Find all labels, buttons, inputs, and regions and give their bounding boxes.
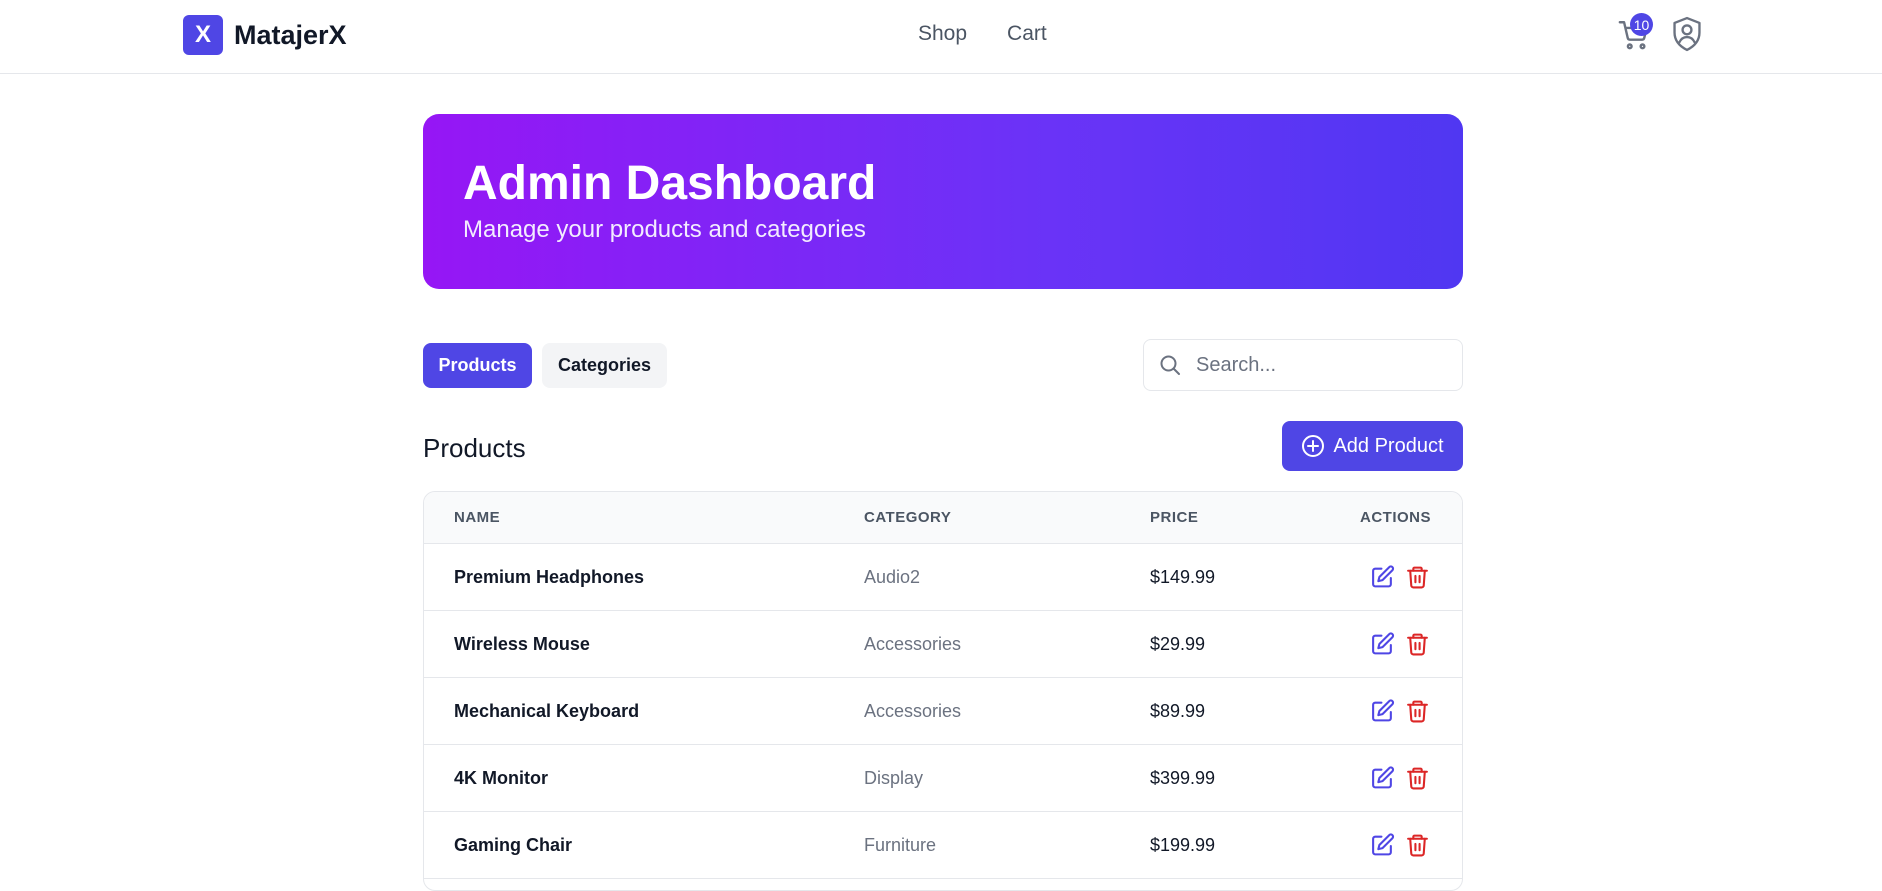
product-category: Audio2 [864,567,921,587]
products-table: NAME CATEGORY PRICE ACTIONS Premium Head… [423,491,1463,891]
tab-products[interactable]: Products [423,343,532,388]
edit-icon[interactable] [1370,832,1395,858]
cart-count-badge: 10 [1630,13,1653,36]
page-title: Admin Dashboard [463,157,877,210]
search-box [1143,339,1463,391]
product-price: $399.99 [1150,768,1216,788]
brand-name: MatajerX [234,19,347,50]
trash-icon[interactable] [1405,564,1430,590]
product-category: Accessories [864,634,962,654]
edit-icon[interactable] [1370,564,1395,590]
header-name: NAME [454,509,501,526]
header-category: CATEGORY [864,509,952,526]
product-name: Mechanical Keyboard [454,701,640,721]
product-price: $29.99 [1150,634,1206,654]
edit-icon[interactable] [1370,698,1395,724]
table-row: Wireless Mouse Accessories $29.99 [424,611,1462,678]
product-category: Accessories [864,701,962,721]
table-row: 4K Monitor Display $399.99 [424,745,1462,812]
table-header: NAME CATEGORY PRICE ACTIONS [424,492,1462,544]
table-row: Mechanical Keyboard Accessories $89.99 [424,678,1462,745]
page-subtitle: Manage your products and categories [463,216,866,243]
nav-link-cart[interactable]: Cart [1007,22,1047,46]
product-price: $149.99 [1150,567,1216,587]
header-actions: ACTIONS [1360,509,1431,526]
edit-icon[interactable] [1370,631,1395,657]
row-actions [1370,631,1430,657]
table-row: Premium Headphones Audio2 $149.99 [424,544,1462,611]
header-price: PRICE [1150,509,1199,526]
row-actions [1370,832,1430,858]
edit-icon[interactable] [1370,765,1395,791]
section-title: Products [423,433,526,463]
user-shield-icon[interactable] [1670,16,1704,52]
trash-icon[interactable] [1405,698,1430,724]
nav-link-shop[interactable]: Shop [918,22,967,46]
product-price: $89.99 [1150,701,1206,721]
product-name: Gaming Chair [454,835,573,855]
add-product-label: Add Product [1333,434,1444,457]
hero-banner: Admin Dashboard Manage your products and… [423,114,1463,289]
top-navbar: X MatajerX Shop Cart [0,0,1882,74]
tab-categories[interactable]: Categories [542,343,667,388]
add-product-button[interactable]: Add Product [1282,421,1463,471]
row-actions [1370,765,1430,791]
trash-icon[interactable] [1405,765,1430,791]
trash-icon[interactable] [1405,832,1430,858]
product-name: 4K Monitor [454,768,548,788]
search-input[interactable] [1194,352,1438,378]
logo-mark: X [183,15,223,55]
main-nav: Shop Cart [918,22,1047,46]
product-category: Display [864,768,924,788]
product-category: Furniture [864,835,937,855]
brand-logo[interactable]: X MatajerX [183,15,347,55]
product-price: $199.99 [1150,835,1216,855]
trash-icon[interactable] [1405,631,1430,657]
product-name: Wireless Mouse [454,634,590,654]
plus-circle-icon [1302,435,1325,457]
search-icon [1158,353,1182,377]
product-name: Premium Headphones [454,567,645,587]
row-actions [1370,564,1430,590]
row-actions [1370,698,1430,724]
